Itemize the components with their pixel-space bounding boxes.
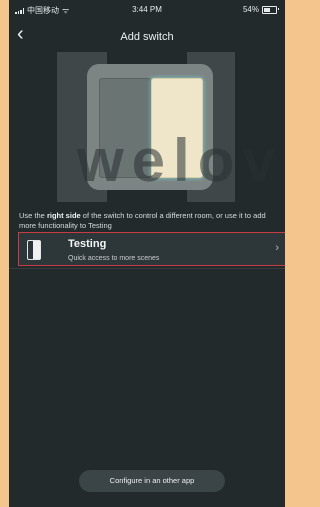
switch-icon bbox=[27, 240, 41, 260]
description-bold: right side bbox=[46, 211, 81, 220]
room-row-title: Testing bbox=[68, 238, 107, 250]
status-bar: 中国移动 ᯤ 3:44 PM 54% bbox=[9, 0, 285, 18]
description-text: Use the right side of the switch to cont… bbox=[19, 211, 281, 231]
page-title: Add switch bbox=[120, 31, 174, 43]
description-prefix: Use the bbox=[19, 211, 47, 220]
battery-icon bbox=[262, 5, 279, 14]
room-row-testing[interactable]: Testing Quick access to more scenes › bbox=[18, 232, 285, 266]
divider bbox=[9, 268, 285, 269]
status-right: 54% bbox=[242, 5, 279, 14]
configure-button[interactable]: Configure in an other app bbox=[79, 470, 225, 492]
nav-header: ‹ Add switch bbox=[9, 18, 285, 52]
room-row-subtitle: Quick access to more scenes bbox=[68, 255, 160, 262]
watermark: welov bbox=[77, 127, 284, 194]
phone-screen: 中国移动 ᯤ 3:44 PM 54% ‹ Add switch welov Us… bbox=[9, 0, 285, 507]
battery-percent: 54% bbox=[242, 5, 259, 14]
switch-illustration: welov bbox=[9, 52, 285, 202]
chevron-right-icon: › bbox=[275, 242, 279, 254]
